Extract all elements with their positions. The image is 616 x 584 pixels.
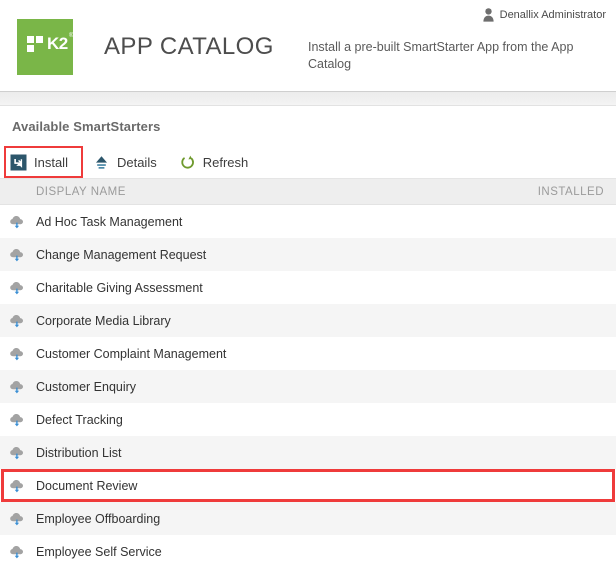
logo-trademark: ® bbox=[69, 33, 73, 39]
section-title: Available SmartStarters bbox=[0, 106, 616, 146]
page-header: Denallix Administrator K2 ® APP CATALOG … bbox=[0, 0, 616, 92]
refresh-circular-arrow-icon bbox=[179, 154, 196, 171]
table-cell-display-name: Customer Complaint Management bbox=[36, 347, 226, 361]
cloud-download-icon bbox=[9, 345, 27, 363]
logo-square-top-right bbox=[36, 36, 43, 43]
table-row[interactable]: Defect Tracking bbox=[0, 403, 616, 436]
table-row[interactable]: Customer Enquiry bbox=[0, 370, 616, 403]
cloud-download-icon bbox=[9, 444, 27, 462]
table-cell-display-name: Ad Hoc Task Management bbox=[36, 215, 182, 229]
table-header-row: DISPLAY NAME INSTALLED bbox=[0, 179, 616, 205]
install-arrow-icon bbox=[10, 154, 27, 171]
current-user[interactable]: Denallix Administrator bbox=[483, 8, 606, 22]
user-icon bbox=[483, 8, 494, 22]
table-cell-display-name: Employee Self Service bbox=[36, 545, 162, 559]
logo-square-top-left bbox=[27, 36, 34, 43]
table-row[interactable]: Corporate Media Library bbox=[0, 304, 616, 337]
table-row[interactable]: Ad Hoc Task Management bbox=[0, 205, 616, 238]
cloud-download-icon bbox=[9, 279, 27, 297]
k2-logo-icon: K2 ® bbox=[17, 19, 73, 75]
details-button-label: Details bbox=[117, 155, 157, 170]
table-row[interactable]: Customer Complaint Management bbox=[0, 337, 616, 370]
cloud-download-icon bbox=[9, 411, 27, 429]
cloud-download-icon bbox=[9, 510, 27, 528]
page-description: Install a pre-built SmartStarter App fro… bbox=[308, 39, 576, 73]
header-divider-strip bbox=[0, 92, 616, 106]
refresh-button[interactable]: Refresh bbox=[176, 149, 258, 175]
logo-k2-text: K2 bbox=[47, 34, 68, 54]
table-cell-display-name: Charitable Giving Assessment bbox=[36, 281, 203, 295]
details-up-arrow-icon bbox=[93, 154, 110, 171]
table-cell-display-name: Distribution List bbox=[36, 446, 121, 460]
cloud-download-icon bbox=[9, 246, 27, 264]
table-row[interactable]: Employee Self Service bbox=[0, 535, 616, 568]
column-header-display-name[interactable]: DISPLAY NAME bbox=[0, 186, 538, 198]
current-user-name: Denallix Administrator bbox=[500, 9, 606, 21]
table-cell-display-name: Document Review bbox=[36, 479, 137, 493]
toolbar: Install Details Refresh bbox=[0, 146, 616, 179]
cloud-download-icon bbox=[9, 477, 27, 495]
details-button[interactable]: Details bbox=[90, 149, 166, 175]
refresh-button-label: Refresh bbox=[203, 155, 249, 170]
cloud-download-icon bbox=[9, 213, 27, 231]
cloud-download-icon bbox=[9, 378, 27, 396]
table-row[interactable]: Change Management Request bbox=[0, 238, 616, 271]
app-catalog-page: Denallix Administrator K2 ® APP CATALOG … bbox=[0, 0, 616, 584]
table-cell-display-name: Employee Offboarding bbox=[36, 512, 160, 526]
table-row[interactable]: Distribution List bbox=[0, 436, 616, 469]
cloud-download-icon bbox=[9, 312, 27, 330]
table-row[interactable]: Document Review bbox=[0, 469, 616, 502]
table-cell-display-name: Change Management Request bbox=[36, 248, 206, 262]
table-cell-display-name: Defect Tracking bbox=[36, 413, 123, 427]
page-title: APP CATALOG bbox=[104, 33, 274, 61]
table-row[interactable]: Employee Offboarding bbox=[0, 502, 616, 535]
table-cell-display-name: Corporate Media Library bbox=[36, 314, 171, 328]
brand: K2 ® APP CATALOG bbox=[17, 19, 274, 75]
smartstarter-list: Ad Hoc Task Management Change Management … bbox=[0, 205, 616, 568]
logo-square-bottom-left bbox=[27, 45, 34, 52]
install-button[interactable]: Install bbox=[7, 149, 80, 175]
table-row[interactable]: Charitable Giving Assessment bbox=[0, 271, 616, 304]
cloud-download-icon bbox=[9, 543, 27, 561]
install-button-label: Install bbox=[34, 155, 68, 170]
table-cell-display-name: Customer Enquiry bbox=[36, 380, 136, 394]
column-header-installed[interactable]: INSTALLED bbox=[538, 186, 616, 198]
